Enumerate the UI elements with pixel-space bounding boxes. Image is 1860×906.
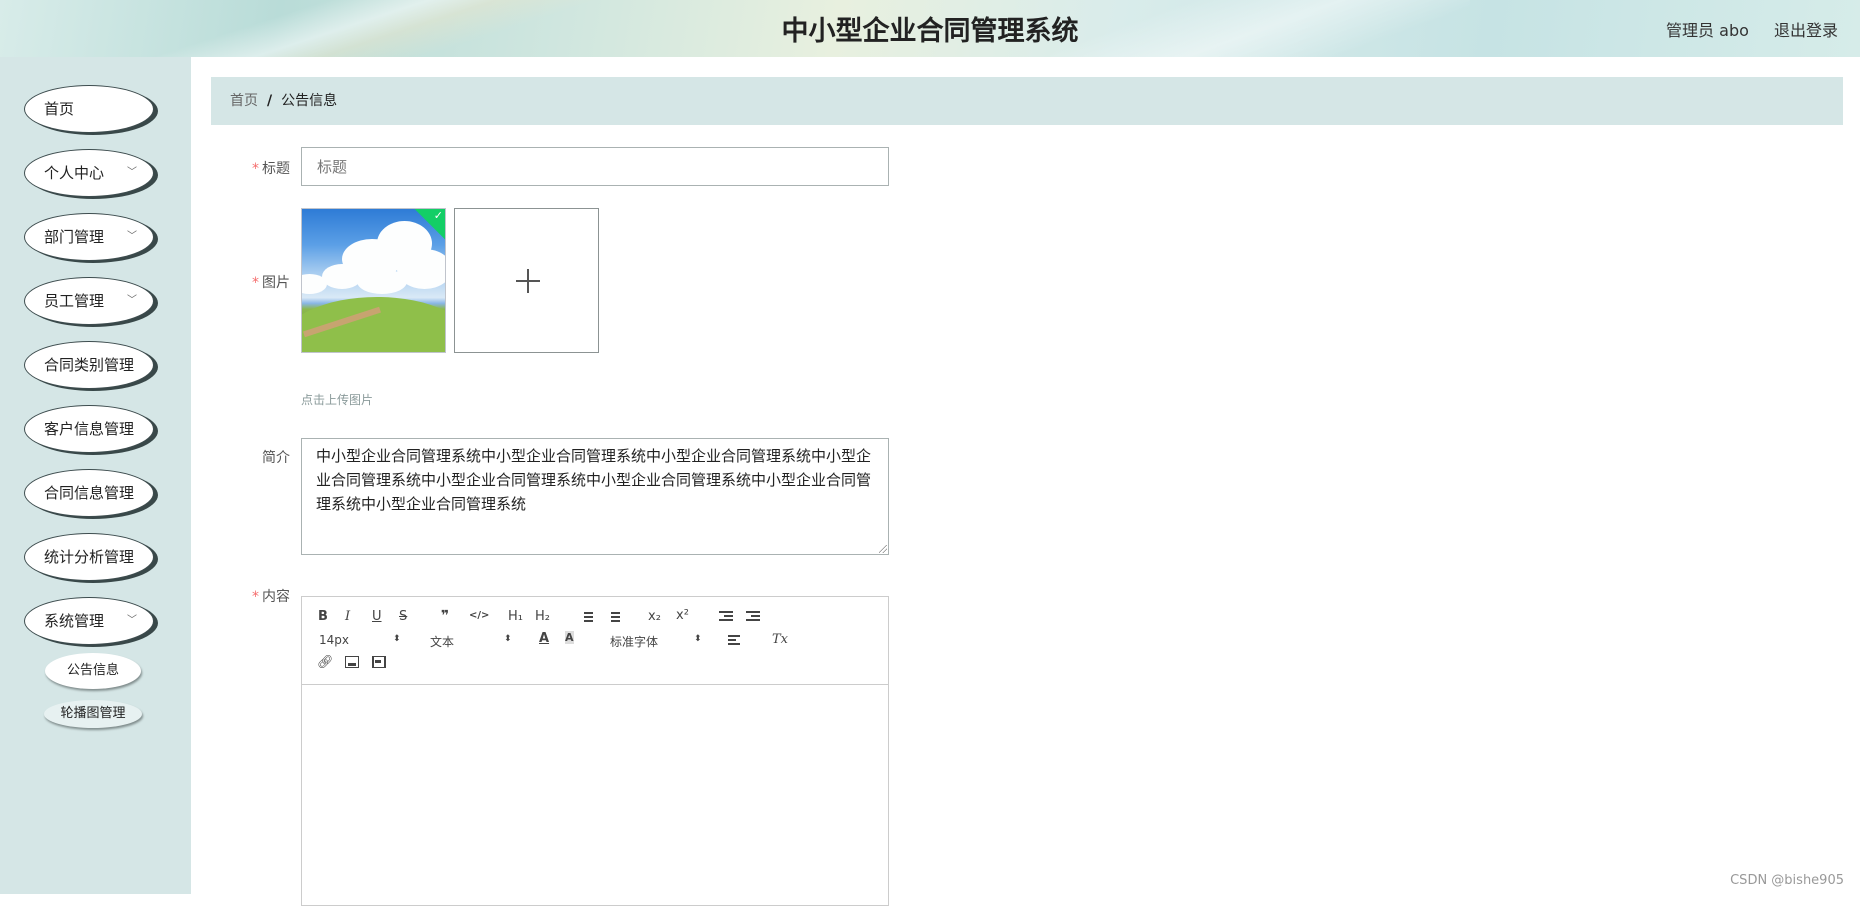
image-button[interactable] [345, 656, 359, 672]
ordered-list-button[interactable] [580, 611, 593, 626]
sidebar: 首页 个人中心 ﹀ 部门管理 ﹀ 员工管理 ﹀ 合同类别管理 客户信息管理 合同… [0, 57, 191, 894]
resize-handle-icon[interactable] [879, 545, 887, 553]
rich-text-editor: B I U S ❞ </> H₁ H₂ x₂ x² 14px ⬍ 文本 ⬍ A A … [301, 596, 889, 906]
subscript-button[interactable]: x₂ [648, 609, 661, 624]
content-label: * 内容 [210, 586, 290, 606]
sidebar-item-label: 系统管理 [44, 612, 105, 630]
image-icon [345, 656, 359, 668]
text-color-button[interactable]: A [539, 631, 549, 646]
font-size-value: 14px [319, 633, 349, 647]
title-label: * 标题 [210, 158, 290, 178]
current-user: 管理员 abo [1666, 21, 1749, 40]
sidebar-item-label: 统计分析管理 [44, 548, 135, 566]
sidebar-item-contract-info[interactable]: 合同信息管理 [24, 469, 154, 517]
sidebar-item-home[interactable]: 首页 [24, 85, 154, 133]
sidebar-item-system[interactable]: 系统管理 ﹀ [24, 597, 154, 645]
intro-text: 中小型企业合同管理系统中小型企业合同管理系统中小型企业合同管理系统中小型企业合同… [316, 447, 872, 513]
sidebar-item-label: 部门管理 [44, 228, 105, 246]
link-button[interactable]: 🔗︎ [317, 655, 334, 670]
upload-image-button[interactable] [454, 208, 599, 353]
sidebar-item-label: 个人中心 [44, 164, 105, 182]
breadcrumb-separator: / [267, 93, 273, 109]
sidebar-item-label: 合同信息管理 [44, 484, 135, 502]
uploaded-image-thumbnail[interactable]: ✓ [301, 208, 446, 353]
sidebar-item-employee[interactable]: 员工管理 ﹀ [24, 277, 154, 325]
video-button[interactable] [372, 656, 386, 672]
align-left-icon [728, 635, 742, 646]
header-1-button[interactable]: H₁ [508, 609, 523, 624]
indent-button[interactable] [746, 611, 760, 626]
sidebar-item-label: 合同类别管理 [44, 356, 135, 374]
outdent-button[interactable] [719, 611, 733, 626]
image-label: * 图片 [210, 272, 290, 292]
sidebar-subitem-carousel[interactable]: 轮播图管理 [44, 700, 142, 728]
bullet-list-button[interactable] [607, 611, 620, 626]
font-family-value: 标准字体 [610, 635, 659, 649]
bullet-list-icon [607, 612, 620, 622]
sidebar-subitem-notice[interactable]: 公告信息 [45, 653, 141, 689]
font-family-select[interactable]: 标准字体 ⬍ [610, 633, 702, 650]
breadcrumb: 首页 / 公告信息 [211, 77, 1843, 125]
intro-label: 简介 [262, 450, 290, 466]
app-title: 中小型企业合同管理系统 [781, 16, 1079, 47]
chevron-down-icon: ﹀ [127, 295, 137, 306]
breadcrumb-current: 公告信息 [281, 93, 338, 109]
intro-textarea[interactable]: 中小型企业合同管理系统中小型企业合同管理系统中小型企业合同管理系统中小型企业合同… [301, 438, 889, 555]
image-label-text: 图片 [262, 275, 290, 291]
sidebar-item-label: 客户信息管理 [44, 420, 135, 438]
indent-icon [746, 611, 760, 622]
link-icon: 🔗︎ [317, 655, 334, 670]
chevron-down-icon: ﹀ [127, 231, 137, 242]
chevron-down-icon: ﹀ [127, 615, 137, 626]
code-block-button[interactable]: </> [469, 610, 489, 621]
check-icon: ✓ [433, 209, 443, 222]
title-label-text: 标题 [262, 161, 290, 177]
breadcrumb-home[interactable]: 首页 [230, 93, 258, 109]
superscript-button[interactable]: x² [676, 608, 689, 623]
heading-value: 文本 [430, 635, 455, 649]
required-mark: * [252, 589, 259, 605]
italic-button[interactable]: I [345, 609, 350, 624]
top-header: 中小型企业合同管理系统 管理员 abo 退出登录 [0, 0, 1860, 57]
user-area: 管理员 abo 退出登录 [1646, 17, 1838, 41]
sidebar-item-personal-center[interactable]: 个人中心 ﹀ [24, 149, 154, 197]
bold-button[interactable]: B [318, 609, 328, 624]
clean-format-button[interactable]: Tx [772, 632, 788, 647]
chevron-down-icon: ﹀ [127, 167, 137, 178]
blockquote-button[interactable]: ❞ [441, 608, 449, 624]
select-arrows-icon: ⬍ [393, 634, 401, 644]
sidebar-item-customer-info[interactable]: 客户信息管理 [24, 405, 154, 453]
editor-toolbar: B I U S ❞ </> H₁ H₂ x₂ x² 14px ⬍ 文本 ⬍ A A … [302, 597, 888, 685]
heading-select[interactable]: 文本 ⬍ [430, 633, 512, 650]
sidebar-item-statistics[interactable]: 统计分析管理 [24, 533, 154, 581]
ordered-list-icon [580, 612, 593, 622]
select-arrows-icon: ⬍ [694, 634, 702, 644]
title-input[interactable] [301, 147, 889, 186]
background-color-button[interactable]: A [565, 631, 574, 644]
video-icon [372, 656, 386, 668]
header-2-button[interactable]: H₂ [535, 609, 550, 624]
editor-content-area[interactable] [302, 685, 888, 905]
align-button[interactable] [728, 635, 742, 650]
sidebar-item-label: 首页 [44, 100, 75, 118]
font-size-select[interactable]: 14px ⬍ [319, 633, 401, 647]
logout-link[interactable]: 退出登录 [1774, 21, 1838, 40]
sidebar-item-label: 员工管理 [44, 292, 105, 310]
outdent-icon [719, 611, 733, 622]
select-arrows-icon: ⬍ [504, 634, 512, 644]
sidebar-item-department[interactable]: 部门管理 ﹀ [24, 213, 154, 261]
content-label-text: 内容 [262, 589, 290, 605]
strike-button[interactable]: S [399, 609, 407, 624]
underline-button[interactable]: U [372, 609, 382, 624]
upload-tip: 点击上传图片 [301, 393, 374, 407]
sidebar-item-contract-category[interactable]: 合同类别管理 [24, 341, 154, 389]
plus-icon [527, 269, 529, 293]
required-mark: * [252, 275, 259, 291]
watermark: CSDN @bishe905 [1730, 873, 1844, 888]
required-mark: * [252, 161, 259, 177]
